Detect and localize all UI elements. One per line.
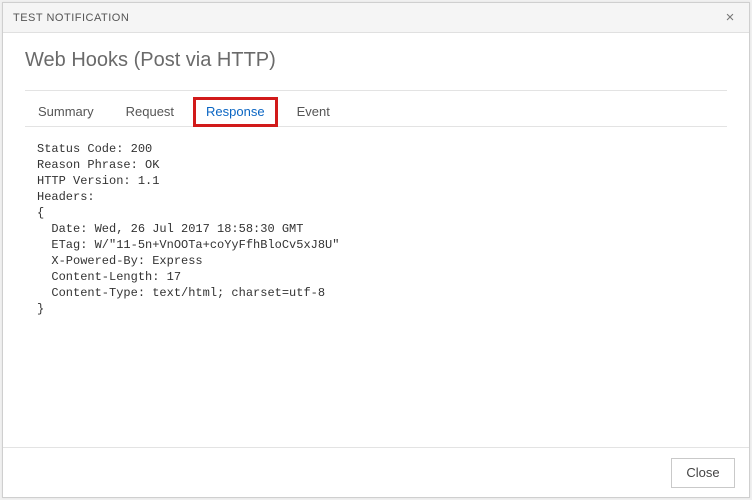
response-text: Status Code: 200 Reason Phrase: OK HTTP … [37, 141, 723, 317]
tab-summary[interactable]: Summary [25, 97, 107, 127]
tab-event[interactable]: Event [284, 97, 343, 127]
response-body: Status Code: 200 Reason Phrase: OK HTTP … [25, 127, 727, 447]
page-title: Web Hooks (Post via HTTP) [25, 49, 727, 72]
tab-request[interactable]: Request [113, 97, 187, 127]
modal-footer: Close [3, 447, 749, 497]
close-button[interactable]: Close [671, 458, 735, 488]
test-notification-modal: TEST NOTIFICATION × Web Hooks (Post via … [2, 2, 750, 498]
close-icon[interactable]: × [719, 7, 741, 29]
window-title: TEST NOTIFICATION [13, 12, 129, 24]
modal-content: Web Hooks (Post via HTTP) Summary Reques… [3, 33, 749, 447]
tab-response[interactable]: Response [193, 97, 278, 127]
tab-bar: Summary Request Response Event [25, 91, 727, 127]
titlebar: TEST NOTIFICATION × [3, 3, 749, 33]
